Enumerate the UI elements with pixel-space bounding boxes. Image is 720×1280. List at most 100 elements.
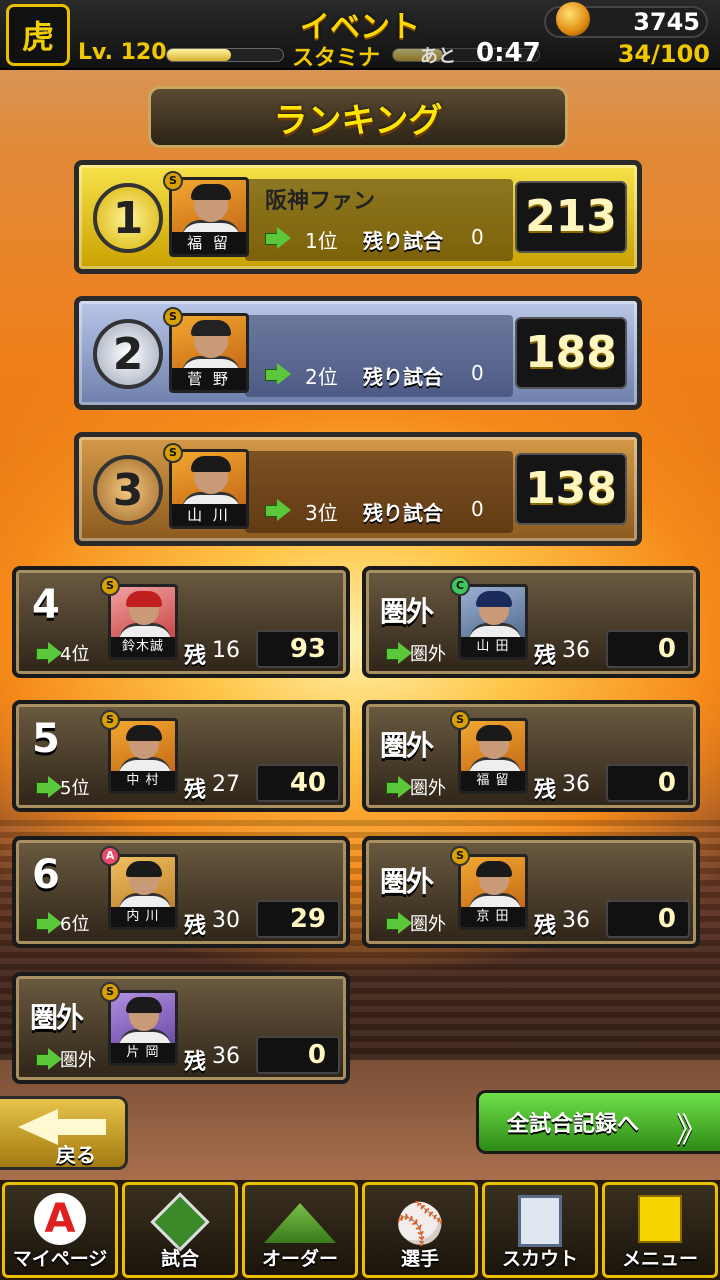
arrow-right-icon xyxy=(36,642,62,664)
rank-number: 圏外 xyxy=(380,729,434,762)
player-name: 福 留 xyxy=(172,232,246,254)
rank-card-1[interactable]: 1 福 留 S 阪神ファン 1位 残り試合 0 213 xyxy=(74,160,642,274)
nav-label: スカウト xyxy=(501,1248,578,1270)
remaining-value: 30 xyxy=(212,908,240,933)
remaining-value: 27 xyxy=(212,772,240,797)
arrow-right-icon xyxy=(36,1048,62,1070)
player-name: 鈴木誠 xyxy=(111,637,175,657)
rank-card-out-3[interactable]: 圏外 京 田 S 圏外 残 36 0 xyxy=(362,836,700,948)
rank-card-4[interactable]: 4 鈴木誠 S 4位 残 16 93 xyxy=(12,566,350,678)
remaining-label: 残 xyxy=(184,914,207,939)
player-portrait: 山 川 xyxy=(169,449,249,529)
level-progress-fill xyxy=(167,49,231,61)
player-name: 中 村 xyxy=(111,771,175,791)
baseball-field-icon xyxy=(150,1192,210,1252)
rarity-badge: S xyxy=(100,710,120,730)
rank-number: 5 xyxy=(32,716,60,762)
recovery-timer: 0:47 xyxy=(476,38,541,68)
arrow-right-icon xyxy=(386,776,412,798)
level-progress-bar xyxy=(166,48,284,62)
rarity-badge: C xyxy=(450,576,470,596)
medal-icon: 2 xyxy=(93,319,163,389)
rarity-badge: S xyxy=(163,443,183,463)
remaining-value: 36 xyxy=(562,772,590,797)
status-row: Lv. 120 スタミナ あと 0:47 34/100 xyxy=(0,38,720,71)
scout-card-icon xyxy=(518,1195,562,1247)
medal-icon: 3 xyxy=(93,455,163,525)
back-button[interactable]: 戻る xyxy=(0,1096,128,1170)
player-name: 京 田 xyxy=(461,907,525,927)
player-portrait: 中 村 xyxy=(108,718,178,794)
rank-text: 4位 xyxy=(60,644,90,665)
player-portrait: 鈴木誠 xyxy=(108,584,178,660)
rank-card-5[interactable]: 5 中 村 S 5位 残 27 40 xyxy=(12,700,350,812)
score: 0 xyxy=(606,630,690,668)
player-portrait: 山 田 xyxy=(458,584,528,660)
nav-game[interactable]: 試合 xyxy=(122,1182,238,1278)
remaining-label: 残り試合 xyxy=(363,501,443,525)
player-portrait: 福 留 xyxy=(458,718,528,794)
coin-count: 3745 xyxy=(633,8,700,36)
rank-text: 6位 xyxy=(60,914,90,935)
remaining-value: 0 xyxy=(471,225,484,249)
nav-label: 選手 xyxy=(400,1248,439,1270)
rank-number: 圏外 xyxy=(30,1001,84,1034)
rank-text: 圏外 xyxy=(410,778,446,799)
remaining-value: 36 xyxy=(212,1044,240,1069)
remaining-label: 残り試合 xyxy=(363,365,443,389)
rank-text: 2位 xyxy=(305,365,338,389)
player-portrait: 内 川 xyxy=(108,854,178,930)
score: 138 xyxy=(515,453,627,525)
remaining-label: 残 xyxy=(184,644,207,669)
score: 0 xyxy=(256,1036,340,1074)
rank-text: 1位 xyxy=(305,229,338,253)
rank-card-out-1[interactable]: 圏外 山 田 C 圏外 残 36 0 xyxy=(362,566,700,678)
double-chevron-right-icon: 》 xyxy=(676,1111,710,1151)
rank-card-6[interactable]: 6 内 川 A 6位 残 30 29 xyxy=(12,836,350,948)
score: 40 xyxy=(256,764,340,802)
nav-scout[interactable]: スカウト xyxy=(482,1182,598,1278)
nav-mypage[interactable]: A マイページ xyxy=(2,1182,118,1278)
all-records-label: 全試合記録へ xyxy=(507,1112,640,1137)
rarity-badge: S xyxy=(163,171,183,191)
arrow-left-icon xyxy=(18,1109,58,1145)
player-portrait: 片 岡 xyxy=(108,990,178,1066)
player-name: 片 岡 xyxy=(111,1043,175,1063)
nav-players[interactable]: ⚾ 選手 xyxy=(362,1182,478,1278)
arrow-right-icon xyxy=(386,912,412,934)
arrow-right-icon xyxy=(36,912,62,934)
arrow-right-icon xyxy=(265,499,291,521)
score: 0 xyxy=(606,764,690,802)
level-label: Lv. 120 xyxy=(78,40,167,65)
back-label: 戻る xyxy=(56,1143,96,1167)
nav-menu[interactable]: メニュー xyxy=(602,1182,718,1278)
remaining-label: 残り試合 xyxy=(363,229,443,253)
player-name: 菅 野 xyxy=(172,368,246,390)
rank-card-out-4[interactable]: 圏外 片 岡 S 圏外 残 36 0 xyxy=(12,972,350,1084)
menu-mascot-icon xyxy=(638,1195,682,1243)
nav-label: マイページ xyxy=(12,1248,108,1270)
top-bar: 虎 イベント 3745 Lv. 120 スタミナ あと 0:47 34/100 xyxy=(0,0,720,71)
player-portrait: 福 留 xyxy=(169,177,249,257)
arrow-shaft xyxy=(56,1119,106,1135)
player-name: 山 田 xyxy=(461,637,525,657)
remaining-label: 残 xyxy=(534,914,557,939)
remaining-value: 16 xyxy=(212,638,240,663)
all-records-button[interactable]: 全試合記録へ 》 xyxy=(476,1090,720,1154)
score: 0 xyxy=(606,900,690,938)
remaining-label: 残 xyxy=(184,778,207,803)
score: 29 xyxy=(256,900,340,938)
player-portrait: 菅 野 xyxy=(169,313,249,393)
nav-order[interactable]: オーダー xyxy=(242,1182,358,1278)
rank-text: 3位 xyxy=(305,501,338,525)
recovery-label: あと xyxy=(420,46,456,67)
rarity-badge: S xyxy=(163,307,183,327)
user-name: 阪神ファン xyxy=(265,189,376,214)
rank-text: 圏外 xyxy=(410,644,446,665)
rank-card-3[interactable]: 3 山 川 S 3位 残り試合 0 138 xyxy=(74,432,642,546)
rank-card-2[interactable]: 2 菅 野 S 2位 残り試合 0 188 xyxy=(74,296,642,410)
bottom-nav: A マイページ 試合 オーダー ⚾ 選手 スカウト メニュー xyxy=(0,1180,720,1280)
score: 188 xyxy=(515,317,627,389)
nav-label: メニュー xyxy=(621,1248,698,1270)
rank-card-out-2[interactable]: 圏外 福 留 S 圏外 残 36 0 xyxy=(362,700,700,812)
